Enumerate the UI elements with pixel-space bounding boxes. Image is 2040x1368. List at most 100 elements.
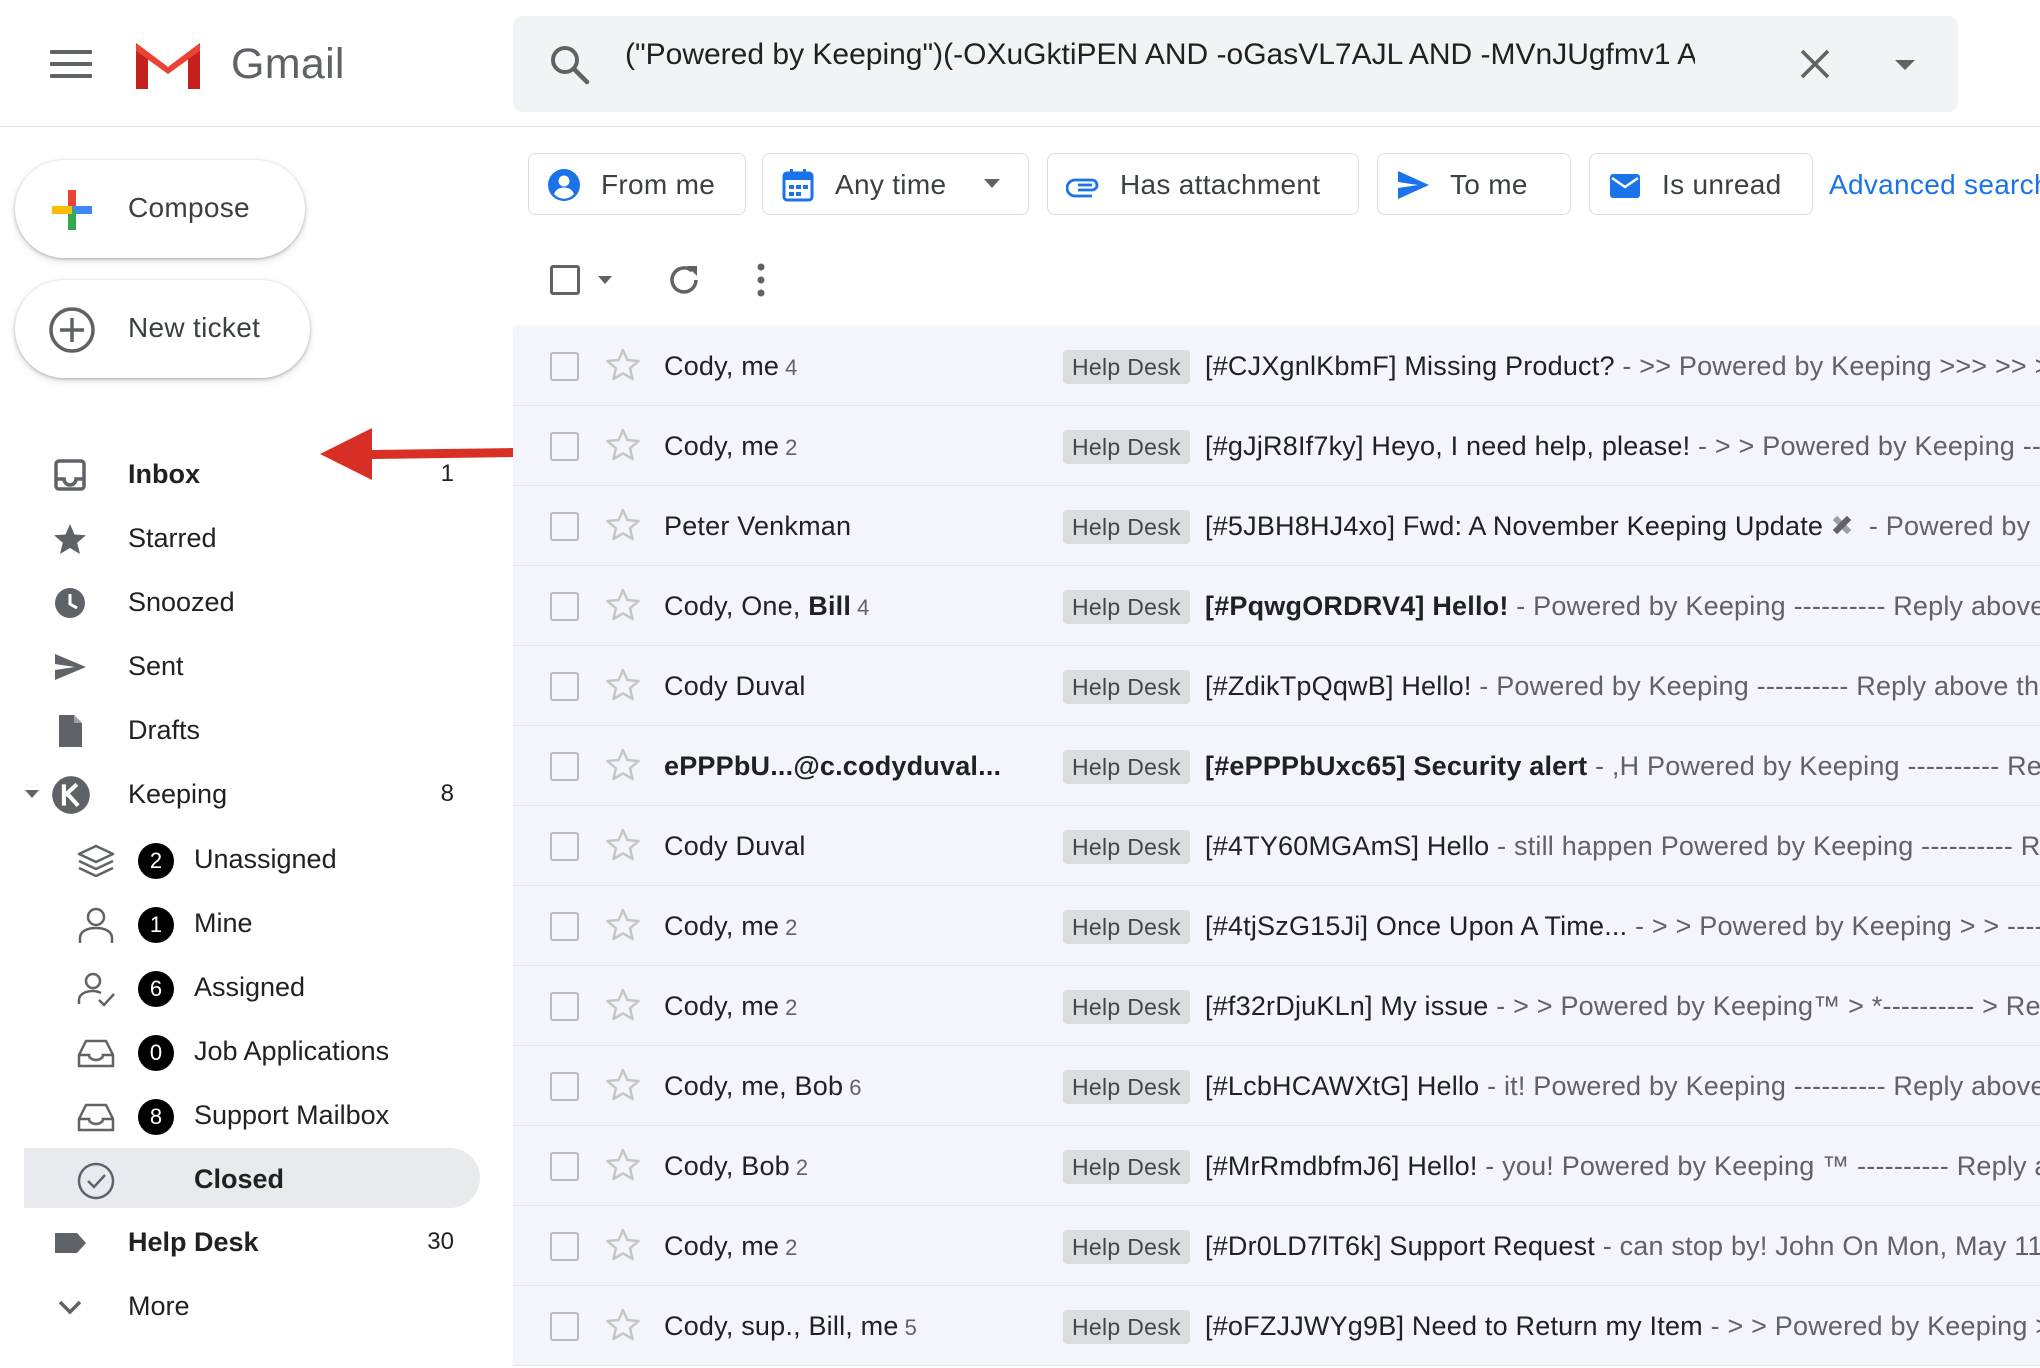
label-chip[interactable]: Help Desk <box>1063 1230 1190 1264</box>
email-row[interactable]: Peter Venkman Help Desk [#5JBH8HJ4xo] Fw… <box>513 486 2040 566</box>
label-chip[interactable]: Help Desk <box>1063 1310 1190 1344</box>
label-chip[interactable]: Help Desk <box>1063 430 1190 464</box>
row-checkbox[interactable] <box>550 512 579 541</box>
star-outline-icon[interactable] <box>605 1147 641 1183</box>
email-row[interactable]: Cody, me 2 Help Desk [#Dr0LD7lT6k] Suppor… <box>513 1206 2040 1286</box>
sidebar-item-job-applications[interactable]: 0 Job Applications <box>0 1020 480 1080</box>
row-checkbox[interactable] <box>550 672 579 701</box>
star-outline-icon[interactable] <box>605 587 641 623</box>
label-chip[interactable]: Help Desk <box>1063 350 1190 384</box>
subject-line: [#Dr0LD7lT6k] Support Request - can stop… <box>1205 1231 2040 1261</box>
select-caret-icon[interactable] <box>598 276 612 285</box>
sidebar-item-label: Keeping <box>128 779 228 809</box>
star-outline-icon[interactable] <box>605 1067 641 1103</box>
row-checkbox[interactable] <box>550 352 579 381</box>
sidebar-item-sent[interactable]: Sent <box>0 636 480 696</box>
sender-name: Cody, sup., Bill, me 5 <box>664 1311 918 1341</box>
star-outline-icon[interactable] <box>605 907 641 943</box>
paperclip-icon <box>1066 178 1099 198</box>
email-row[interactable]: Cody, me 2 Help Desk [#f32rDjuKLn] My iss… <box>513 966 2040 1046</box>
gmail-logo-icon[interactable] <box>130 37 206 93</box>
sender-name: Cody, me 4 <box>664 351 798 381</box>
sidebar-item-keeping[interactable]: Keeping 8 <box>0 764 480 824</box>
chip-to-me[interactable]: To me <box>1377 153 1571 215</box>
dropdown-caret-icon <box>984 179 1000 188</box>
email-row[interactable]: Cody, me 2 Help Desk [#4tjSzG15Ji] Once U… <box>513 886 2040 966</box>
sidebar-item-drafts[interactable]: Drafts <box>0 700 480 760</box>
label-chip[interactable]: Help Desk <box>1063 510 1190 544</box>
row-checkbox[interactable] <box>550 992 579 1021</box>
star-outline-icon[interactable] <box>605 667 641 703</box>
sender-name: Cody Duval <box>664 671 806 701</box>
sidebar-item-snoozed[interactable]: Snoozed <box>0 572 480 632</box>
row-checkbox[interactable] <box>550 752 579 781</box>
email-row[interactable]: Cody, me 4 Help Desk [#CJXgnlKbmF] Missin… <box>513 326 2040 406</box>
advanced-search-link[interactable]: Advanced search <box>1829 169 2040 201</box>
email-row[interactable]: Cody Duval Help Desk [#4TY60MGAmS] Hello… <box>513 806 2040 886</box>
sidebar-item-inbox[interactable]: Inbox 1 <box>0 444 480 504</box>
email-row[interactable]: Cody, me 2 Help Desk [#gJjR8If7ky] Heyo, … <box>513 406 2040 486</box>
email-row[interactable]: Cody, One, Bill 4 Help Desk [#PqwgORDRV4]… <box>513 566 2040 646</box>
sidebar-item-unassigned[interactable]: 2 Unassigned <box>0 828 480 888</box>
expand-caret-icon[interactable] <box>24 788 40 800</box>
label-chip[interactable]: Help Desk <box>1063 990 1190 1024</box>
row-checkbox[interactable] <box>550 592 579 621</box>
chip-any-time[interactable]: Any time <box>762 153 1029 215</box>
sidebar-item-mine[interactable]: 1 Mine <box>0 892 480 952</box>
sidebar-item-support-mailbox[interactable]: 8 Support Mailbox <box>0 1084 480 1144</box>
row-checkbox[interactable] <box>550 912 579 941</box>
email-row[interactable]: Cody, Bob 2 Help Desk [#MrRmdbfmJ6] Hello… <box>513 1126 2040 1206</box>
check-circle-icon <box>77 1162 115 1200</box>
close-icon[interactable] <box>1797 46 1833 82</box>
star-outline-icon[interactable] <box>605 507 641 543</box>
email-row[interactable]: ePPPbU...@c.codyduval... Help Desk [#ePP… <box>513 726 2040 806</box>
sidebar-item-more[interactable]: More <box>0 1276 480 1336</box>
label-chip[interactable]: Help Desk <box>1063 590 1190 624</box>
star-outline-icon[interactable] <box>605 347 641 383</box>
search-input[interactable]: ("Powered by Keeping")(-OXuGktiPEN AND -… <box>625 38 1695 90</box>
sidebar-item-help-desk[interactable]: Help Desk 30 <box>0 1212 480 1272</box>
main-menu-icon[interactable] <box>50 50 92 82</box>
label-chip[interactable]: Help Desk <box>1063 1150 1190 1184</box>
new-ticket-button[interactable]: New ticket <box>15 280 310 378</box>
email-row[interactable]: Cody Duval Help Desk [#ZdikTpQqwB] Hello… <box>513 646 2040 726</box>
sidebar-item-starred[interactable]: Starred <box>0 508 480 568</box>
row-checkbox[interactable] <box>550 1152 579 1181</box>
select-all-checkbox[interactable] <box>550 265 580 295</box>
email-row[interactable]: Cody, sup., Bill, me 5 Help Desk [#oFZJJW… <box>513 1286 2040 1366</box>
row-checkbox[interactable] <box>550 1072 579 1101</box>
sidebar-item-closed[interactable]: Closed <box>24 1148 480 1208</box>
label-chip[interactable]: Help Desk <box>1063 1070 1190 1104</box>
row-checkbox[interactable] <box>550 1232 579 1261</box>
sender-name: Cody, me 2 <box>664 431 798 461</box>
star-outline-icon[interactable] <box>605 987 641 1023</box>
subject-line: [#f32rDjuKLn] My issue - > > Powered by … <box>1205 991 2040 1021</box>
star-outline-icon[interactable] <box>605 747 641 783</box>
sidebar-item-assigned[interactable]: 6 Assigned <box>0 956 480 1016</box>
chip-from-me[interactable]: From me <box>528 153 746 215</box>
chip-has-attachment[interactable]: Has attachment <box>1047 153 1359 215</box>
list-toolbar <box>513 245 2040 315</box>
refresh-icon[interactable] <box>665 261 703 299</box>
row-checkbox[interactable] <box>550 432 579 461</box>
label-chip[interactable]: Help Desk <box>1063 830 1190 864</box>
star-outline-icon[interactable] <box>605 1227 641 1263</box>
label-chip[interactable]: Help Desk <box>1063 910 1190 944</box>
label-chip[interactable]: Help Desk <box>1063 750 1190 784</box>
row-checkbox[interactable] <box>550 832 579 861</box>
label-chip[interactable]: Help Desk <box>1063 670 1190 704</box>
search-icon[interactable] <box>549 44 591 86</box>
subject-line: [#4TY60MGAmS] Hello - still happen Power… <box>1205 831 2040 861</box>
satellite-emoji-icon <box>1832 515 1852 535</box>
subject-line: [#gJjR8If7ky] Heyo, I need help, please!… <box>1205 431 2040 461</box>
search-options-caret-icon[interactable] <box>1890 52 1920 76</box>
star-outline-icon[interactable] <box>605 427 641 463</box>
more-vert-icon[interactable] <box>755 261 767 299</box>
chip-is-unread[interactable]: Is unread <box>1589 153 1813 215</box>
tray-icon <box>77 1103 115 1132</box>
star-outline-icon[interactable] <box>605 1307 641 1343</box>
compose-button[interactable]: Compose <box>15 160 305 258</box>
row-checkbox[interactable] <box>550 1312 579 1341</box>
email-row[interactable]: Cody, me, Bob 6 Help Desk [#LcbHCAWXtG] H… <box>513 1046 2040 1126</box>
star-outline-icon[interactable] <box>605 827 641 863</box>
